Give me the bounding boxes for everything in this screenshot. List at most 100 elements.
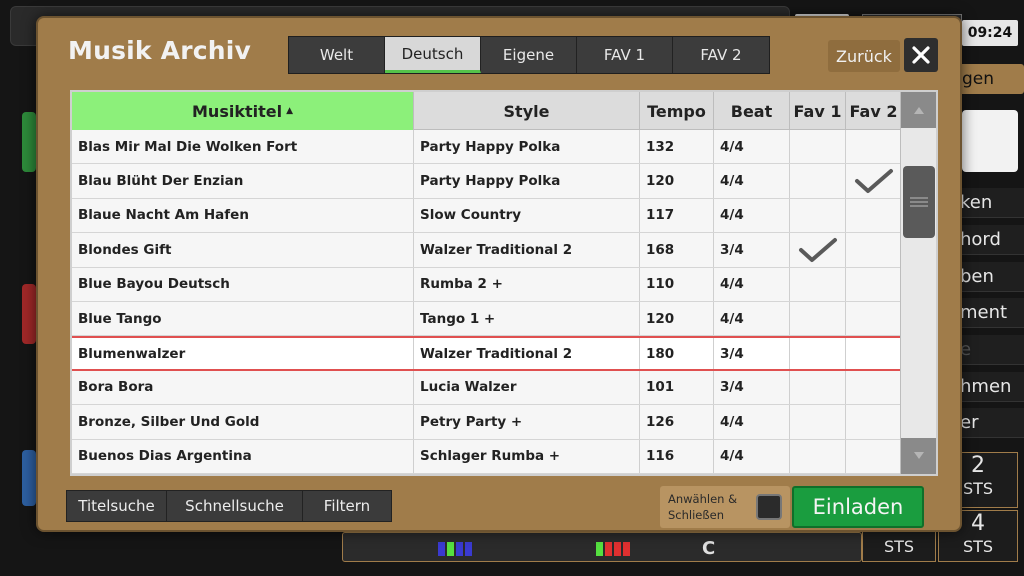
load-button[interactable]: Einladen — [792, 486, 924, 528]
cell-title: Buenos Dias Argentina — [72, 439, 414, 473]
background-white-box — [962, 110, 1018, 172]
cell-beat: 3/4 — [714, 370, 790, 405]
chord-display: C — [702, 538, 716, 559]
cell-style: Lucia Walzer — [414, 370, 640, 405]
cell-fav-1[interactable] — [790, 405, 846, 439]
tab-eigene[interactable]: Eigene — [481, 37, 577, 73]
cell-title: Bora Bora — [72, 370, 414, 405]
background-right-label-4: ment — [958, 298, 1024, 328]
cell-style: Slow Country — [414, 198, 640, 233]
scroll-down-button[interactable] — [901, 438, 936, 474]
table-row[interactable]: Blau Blüht Der Enzian Party Happy Polka 12… — [72, 164, 936, 199]
clock: 09:24 — [962, 20, 1018, 46]
level-meter-right — [596, 542, 630, 556]
close-button[interactable] — [904, 38, 938, 72]
dialog-title: Musik Archiv — [68, 36, 252, 65]
cell-beat: 3/4 — [714, 233, 790, 267]
table-row[interactable]: Blaue Nacht Am Hafen Slow Country 117 4/4 — [72, 198, 936, 234]
background-right-label-7: er — [958, 408, 1024, 438]
cell-style: Walzer Traditional 2 — [414, 338, 640, 369]
background-right-label-2: hord — [958, 225, 1024, 255]
quick-search-button[interactable]: Schnellsuche — [167, 491, 303, 521]
cell-fav-1[interactable] — [790, 338, 846, 369]
table-row[interactable]: Blondes Gift Walzer Traditional 2 168 3/4 — [72, 233, 936, 268]
cell-fav-2[interactable] — [846, 439, 902, 473]
cell-tempo: 120 — [640, 301, 714, 336]
cell-fav-1[interactable] — [790, 370, 846, 405]
chevron-down-icon — [914, 452, 924, 459]
table-row[interactable]: Bora Bora Lucia Walzer 101 3/4 — [72, 370, 936, 406]
sts-bottom-left-label: STS — [883, 537, 915, 556]
cell-fav-1[interactable] — [790, 233, 846, 267]
cell-beat: 4/4 — [714, 164, 790, 198]
cell-fav-2[interactable] — [846, 338, 902, 369]
background-right-label-5: e — [958, 335, 1024, 365]
back-button[interactable]: Zurück — [828, 40, 900, 72]
table-row-selected[interactable]: Blumenwalzer Walzer Traditional 2 180 3/4 — [72, 336, 936, 371]
table-body: Blas Mir Mal Die Wolken Fort Party Happy … — [72, 130, 936, 474]
cell-tempo: 116 — [640, 439, 714, 473]
cell-beat: 4/4 — [714, 301, 790, 336]
scroll-thumb[interactable] — [903, 166, 935, 238]
cell-title: Blue Bayou Deutsch — [72, 267, 414, 301]
tab-deutsch[interactable]: Deutsch — [385, 37, 481, 73]
tab-fav-2[interactable]: FAV 2 — [673, 37, 769, 73]
cell-fav-2[interactable] — [846, 267, 902, 301]
select-and-close-checkbox[interactable] — [756, 494, 782, 520]
table-header: Musiktitel ▲ Style Tempo Beat Fav 1 Fav 2 — [72, 92, 936, 130]
cell-tempo: 110 — [640, 267, 714, 301]
background-green-strip — [22, 112, 36, 172]
filter-button[interactable]: Filtern — [303, 491, 391, 521]
tab-welt[interactable]: Welt — [289, 37, 385, 73]
cell-beat: 4/4 — [714, 130, 790, 164]
cell-tempo: 126 — [640, 405, 714, 439]
cell-fav-2[interactable] — [846, 233, 902, 267]
column-header-musiktitel[interactable]: Musiktitel ▲ — [72, 92, 414, 130]
cell-fav-2[interactable] — [846, 198, 902, 233]
tab-fav-1[interactable]: FAV 1 — [577, 37, 673, 73]
column-header-beat[interactable]: Beat — [714, 92, 790, 130]
sts-top-label: STS — [962, 479, 994, 498]
grip-icon — [910, 197, 928, 207]
cell-title: Blondes Gift — [72, 233, 414, 267]
column-header-fav-2[interactable]: Fav 2 — [846, 92, 902, 130]
cell-fav-1[interactable] — [790, 439, 846, 473]
column-header-tempo[interactable]: Tempo — [640, 92, 714, 130]
cell-tempo: 120 — [640, 164, 714, 198]
cell-beat: 3/4 — [714, 338, 790, 369]
checkmark-icon — [798, 237, 837, 262]
cell-style: Walzer Traditional 2 — [414, 233, 640, 267]
cell-style: Rumba 2 + — [414, 267, 640, 301]
cell-tempo: 168 — [640, 233, 714, 267]
title-search-button[interactable]: Titelsuche — [67, 491, 167, 521]
cell-fav-1[interactable] — [790, 267, 846, 301]
cell-fav-1[interactable] — [790, 301, 846, 336]
table-scrollbar[interactable] — [900, 92, 936, 474]
table-row[interactable]: Bronze, Silber Und Gold Petry Party +126 4… — [72, 405, 936, 440]
cell-fav-2[interactable] — [846, 301, 902, 336]
table-row[interactable]: Blue Bayou Deutsch Rumba 2 +110 4/4 — [72, 267, 936, 302]
search-tabs: Titelsuche Schnellsuche Filtern — [66, 490, 392, 522]
level-meter-left — [438, 542, 472, 556]
cell-fav-2[interactable] — [846, 405, 902, 439]
cell-fav-2[interactable] — [846, 130, 902, 164]
table-row[interactable]: Buenos Dias Argentina Schlager Rumba +116… — [72, 439, 936, 474]
cell-title: Blaue Nacht Am Hafen — [72, 198, 414, 233]
cell-beat: 4/4 — [714, 267, 790, 301]
music-table: Musiktitel ▲ Style Tempo Beat Fav 1 Fav 2… — [70, 90, 938, 476]
cell-title: Blumenwalzer — [72, 338, 414, 369]
chevron-up-icon — [914, 107, 924, 114]
cell-style: Party Happy Polka — [414, 164, 640, 198]
column-header-fav-1[interactable]: Fav 1 — [790, 92, 846, 130]
cell-fav-1[interactable] — [790, 130, 846, 164]
scroll-up-button[interactable] — [901, 92, 936, 128]
cell-fav-2[interactable] — [846, 370, 902, 405]
close-icon — [912, 46, 930, 64]
cell-fav-1[interactable] — [790, 164, 846, 198]
cell-fav-2[interactable] — [846, 164, 902, 198]
table-row[interactable]: Blas Mir Mal Die Wolken Fort Party Happy … — [72, 130, 936, 165]
column-header-style[interactable]: Style — [414, 92, 640, 130]
cell-tempo: 117 — [640, 198, 714, 233]
table-row[interactable]: Blue Tango Tango 1 +120 4/4 — [72, 301, 936, 337]
cell-fav-1[interactable] — [790, 198, 846, 233]
